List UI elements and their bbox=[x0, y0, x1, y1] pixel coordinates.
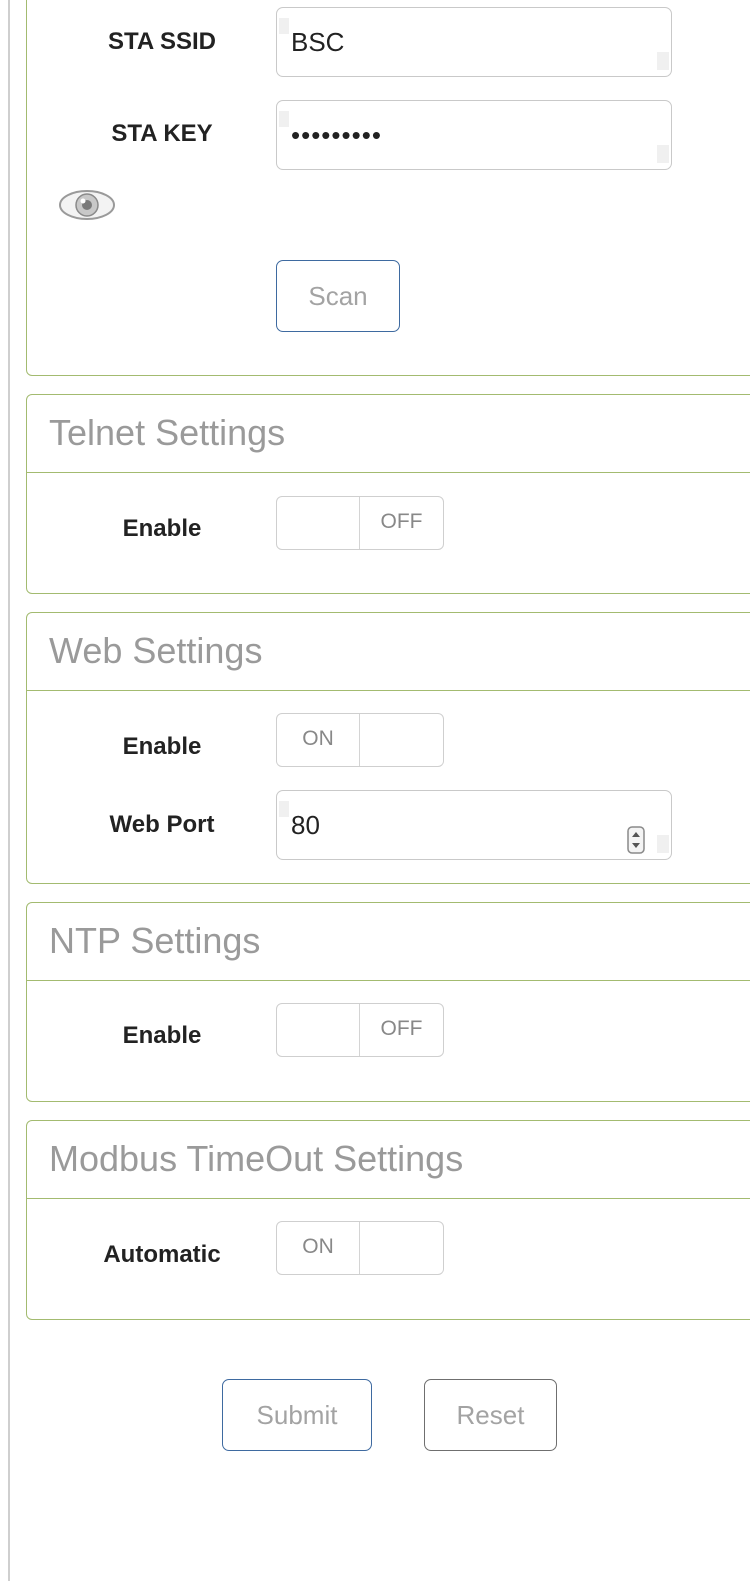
modbus-timeout-title: Modbus TimeOut Settings bbox=[27, 1121, 750, 1199]
toggle-knob bbox=[277, 497, 360, 549]
telnet-settings-title: Telnet Settings bbox=[27, 395, 750, 473]
web-port-label: Web Port bbox=[109, 811, 215, 838]
telnet-enable-label: Enable bbox=[122, 515, 202, 542]
ntp-settings-title: NTP Settings bbox=[27, 903, 750, 981]
scan-button[interactable]: Scan bbox=[276, 260, 400, 332]
web-settings-title: Web Settings bbox=[27, 613, 750, 691]
toggle-state-text: ON bbox=[277, 1222, 360, 1274]
left-border-rule bbox=[8, 0, 10, 1581]
web-enable-toggle[interactable]: ON bbox=[276, 713, 444, 767]
sta-key-input[interactable]: ••••••••• bbox=[276, 100, 672, 170]
web-port-value: 80 bbox=[291, 810, 320, 840]
telnet-enable-toggle[interactable]: OFF bbox=[276, 496, 444, 550]
reset-button[interactable]: Reset bbox=[424, 1379, 557, 1451]
sta-ssid-label: STA SSID bbox=[107, 28, 216, 55]
toggle-state-text: OFF bbox=[380, 510, 423, 533]
modbus-automatic-toggle[interactable]: ON bbox=[276, 1221, 444, 1275]
ntp-enable-toggle[interactable]: OFF bbox=[276, 1003, 444, 1057]
sta-key-label: STA KEY bbox=[111, 120, 213, 147]
web-port-input[interactable]: 80 bbox=[276, 790, 672, 860]
toggle-knob bbox=[277, 1004, 360, 1056]
sta-ssid-input[interactable]: BSC bbox=[276, 7, 672, 77]
ntp-enable-label: Enable bbox=[122, 1022, 202, 1049]
toggle-knob bbox=[360, 1222, 443, 1274]
modbus-automatic-label: Automatic bbox=[103, 1241, 221, 1268]
submit-button[interactable]: Submit bbox=[222, 1379, 372, 1451]
toggle-knob bbox=[360, 714, 443, 766]
modbus-timeout-panel: Modbus TimeOut Settings bbox=[26, 1120, 750, 1320]
number-stepper-icon[interactable] bbox=[627, 811, 645, 879]
web-enable-label: Enable bbox=[122, 733, 202, 760]
toggle-state-text: ON bbox=[277, 714, 360, 766]
show-password-eye-icon[interactable] bbox=[58, 188, 116, 227]
telnet-settings-panel: Telnet Settings bbox=[26, 394, 750, 594]
ntp-settings-panel: NTP Settings bbox=[26, 902, 750, 1102]
toggle-state-text: OFF bbox=[380, 1017, 423, 1040]
